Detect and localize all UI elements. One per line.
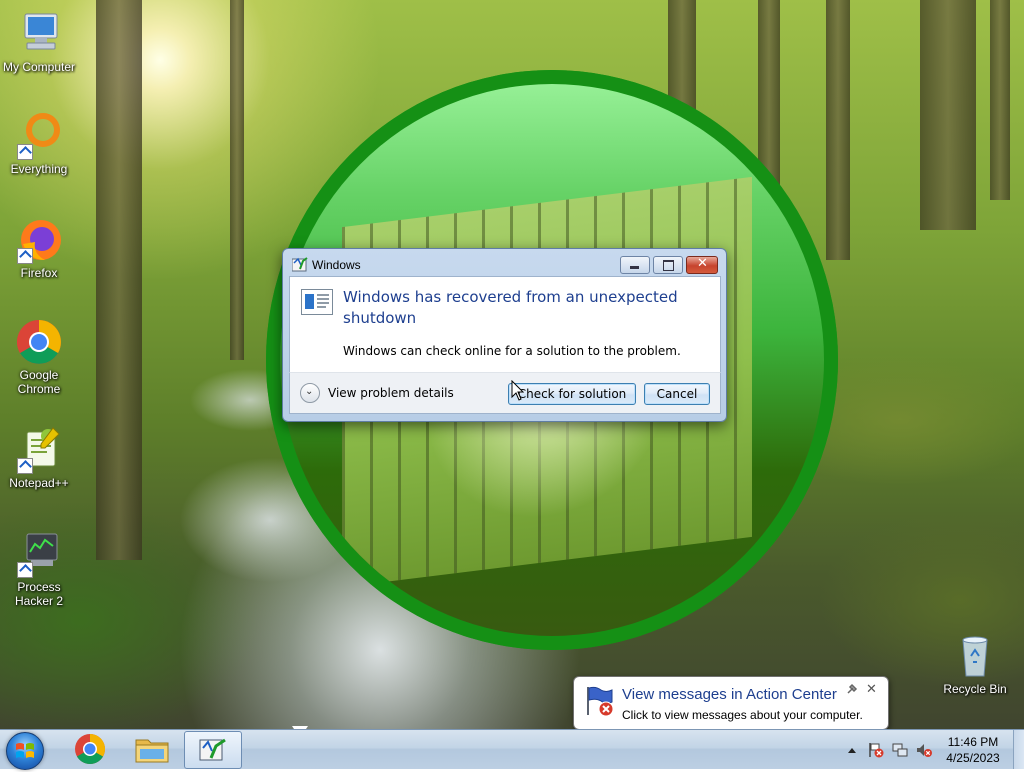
maximize-button[interactable] [653,256,683,274]
tree-trunk [230,0,244,360]
system-clock[interactable]: 11:46 PM 4/25/2023 [942,734,1004,766]
problem-reporting-icon [291,257,308,272]
notification-title: View messages in Action Center [622,686,837,703]
chrome-icon [75,734,106,765]
taskbar: 11:46 PM 4/25/2023 [0,729,1024,770]
shortcut-arrow-icon [17,248,33,264]
desktop-icon-notepad-plus-plus[interactable]: Notepad++ [1,426,77,490]
cancel-button[interactable]: Cancel [644,383,710,405]
document-icon [301,289,333,315]
dialog-titlebar[interactable]: Windows ✕ [283,249,726,279]
notification-close-button[interactable]: ✕ [866,682,877,697]
desktop-icon-firefox[interactable]: Firefox [1,216,77,280]
dialog-message: Windows can check online for a solution … [343,344,681,358]
maximize-icon [663,260,674,271]
desktop-icon-everything[interactable]: Everything [1,112,77,176]
close-button[interactable]: ✕ [686,256,718,274]
windows-logo-icon [16,743,34,758]
chevron-down-icon: ⌄ [305,386,314,397]
computer-icon [15,10,63,58]
desktop-icon-label: Google Chrome [17,368,61,396]
shortcut-arrow-icon [17,144,33,160]
desktop-icon-label: Firefox [20,266,58,280]
explorer-icon [135,739,169,763]
taskbar-chrome-button[interactable] [62,731,118,767]
firefox-icon [15,216,63,264]
action-center-flag-icon [584,685,616,717]
desktop-icon-chrome[interactable]: Google Chrome [1,318,77,396]
volume-muted-tray-icon[interactable] [916,742,932,758]
start-button[interactable] [6,732,44,770]
taskbar-problem-reporting-button[interactable] [184,731,242,769]
notepad-plus-plus-icon [15,426,63,474]
desktop-icon-my-computer[interactable]: My Computer [1,10,77,74]
show-hidden-icons-button[interactable] [844,742,860,758]
dialog-title: Windows [312,258,361,272]
windows-problem-reporting-icon [199,738,226,761]
desktop-icon-label: My Computer [2,60,76,74]
process-hacker-icon [15,530,63,578]
dialog-content: Windows has recovered from an unexpected… [289,276,721,373]
tree-trunk [826,0,850,260]
recycle-bin-icon [951,632,999,680]
dialog-headline: Windows has recovered from an unexpected… [343,288,678,327]
action-center-notification[interactable]: View messages in Action Center Click to … [573,676,889,730]
shortcut-arrow-icon [17,562,33,578]
desktop-icon-label: Process Hacker 2 [14,580,64,608]
network-tray-icon[interactable] [892,742,908,758]
desktop-icon-process-hacker[interactable]: Process Hacker 2 [1,530,77,608]
desktop-icon-label: Recycle Bin [943,682,1007,696]
dialog-footer: ⌄ View problem details Check for solutio… [289,372,721,414]
close-icon: ✕ [697,256,708,271]
action-center-tray-icon[interactable] [868,742,884,758]
chrome-icon [15,318,63,366]
taskbar-explorer-button[interactable] [124,731,180,767]
settings-wrench-icon[interactable] [846,683,858,695]
shortcut-arrow-icon [17,458,33,474]
tree-trunk [920,0,976,230]
clock-date: 4/25/2023 [946,751,1000,765]
minimize-button[interactable] [620,256,650,274]
everything-search-icon [15,112,63,160]
minimize-icon [630,266,639,269]
view-problem-details-link[interactable]: View problem details [328,386,454,400]
recovery-dialog: Windows ✕ Windows has recovered from an … [282,248,727,422]
desktop-icon-label: Notepad++ [9,476,69,490]
view-details-toggle[interactable]: ⌄ [300,383,320,403]
notification-text: Click to view messages about your comput… [622,708,863,722]
show-desktop-button[interactable] [1013,730,1024,769]
clock-time: 11:46 PM [947,735,999,749]
desktop-icon-label: Everything [10,162,68,176]
desktop-icon-recycle-bin[interactable]: Recycle Bin [937,632,1013,696]
tree-trunk [96,0,142,560]
check-for-solution-button[interactable]: Check for solution [508,383,636,405]
tree-trunk [990,0,1010,200]
